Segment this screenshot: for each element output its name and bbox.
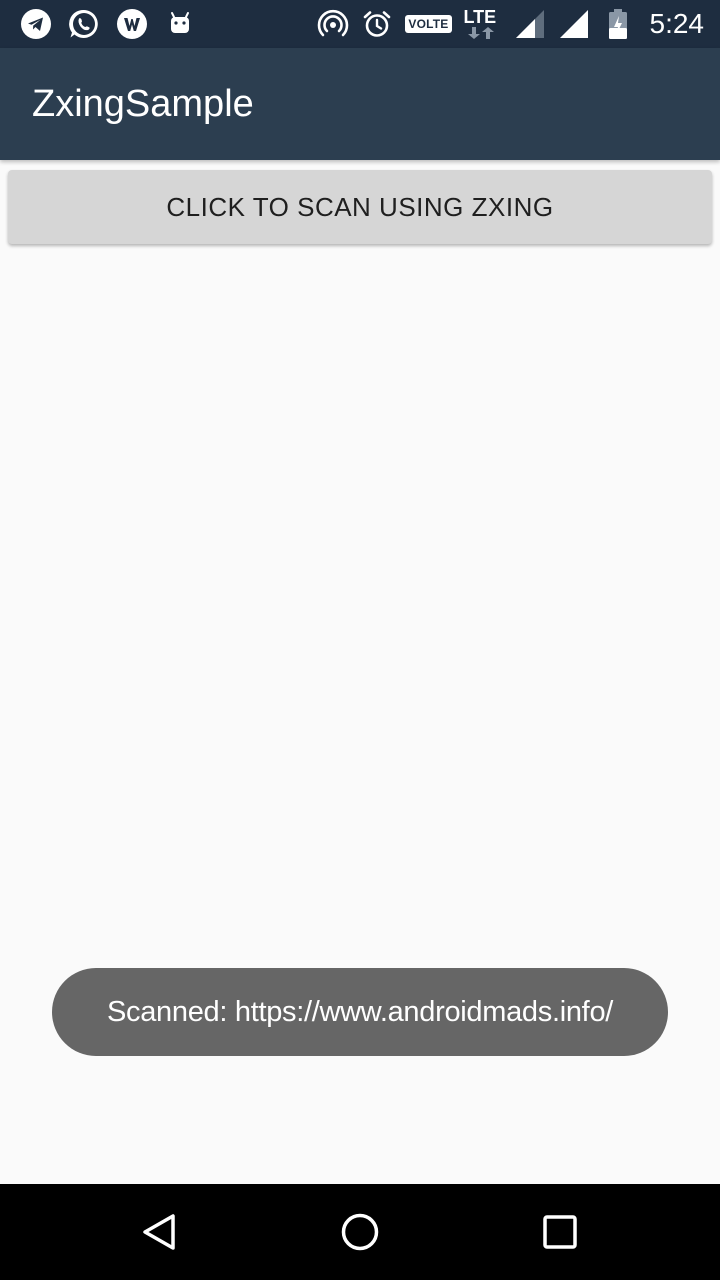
home-icon xyxy=(341,1213,379,1251)
status-right-icons: VOLTE LTE 5:24 xyxy=(317,6,704,42)
page-title: ZxingSample xyxy=(32,83,254,125)
hotspot-icon xyxy=(317,8,349,40)
screen: VOLTE LTE 5:24 ZxingSample CLICK TO SCAN… xyxy=(0,0,720,1280)
battery-charging-icon xyxy=(602,8,634,40)
telegram-icon xyxy=(20,8,52,40)
home-button[interactable] xyxy=(312,1184,408,1280)
w-app-icon xyxy=(116,8,148,40)
lte-label: LTE xyxy=(463,7,497,27)
status-left-icons xyxy=(20,8,196,40)
nav-bar xyxy=(0,1184,720,1280)
toast-message: Scanned: https://www.androidmads.info/ xyxy=(52,968,668,1056)
wifi-signal-icon xyxy=(558,8,590,40)
alarm-icon xyxy=(361,8,393,40)
back-icon xyxy=(143,1214,175,1250)
signal-icon xyxy=(514,8,546,40)
status-bar: VOLTE LTE 5:24 xyxy=(0,0,720,48)
app-bar: ZxingSample xyxy=(0,48,720,160)
android-icon xyxy=(164,8,196,40)
volte-badge: VOLTE xyxy=(405,15,452,33)
recents-icon xyxy=(543,1215,577,1249)
toast-text: Scanned: https://www.androidmads.info/ xyxy=(106,995,614,1028)
whatsapp-icon xyxy=(68,8,100,40)
back-button[interactable] xyxy=(112,1184,208,1280)
recents-button[interactable] xyxy=(512,1184,608,1280)
scan-button[interactable]: CLICK TO SCAN USING ZXING xyxy=(8,170,712,244)
lte-signal-icon: LTE xyxy=(464,7,502,41)
status-time: 5:24 xyxy=(649,8,705,39)
